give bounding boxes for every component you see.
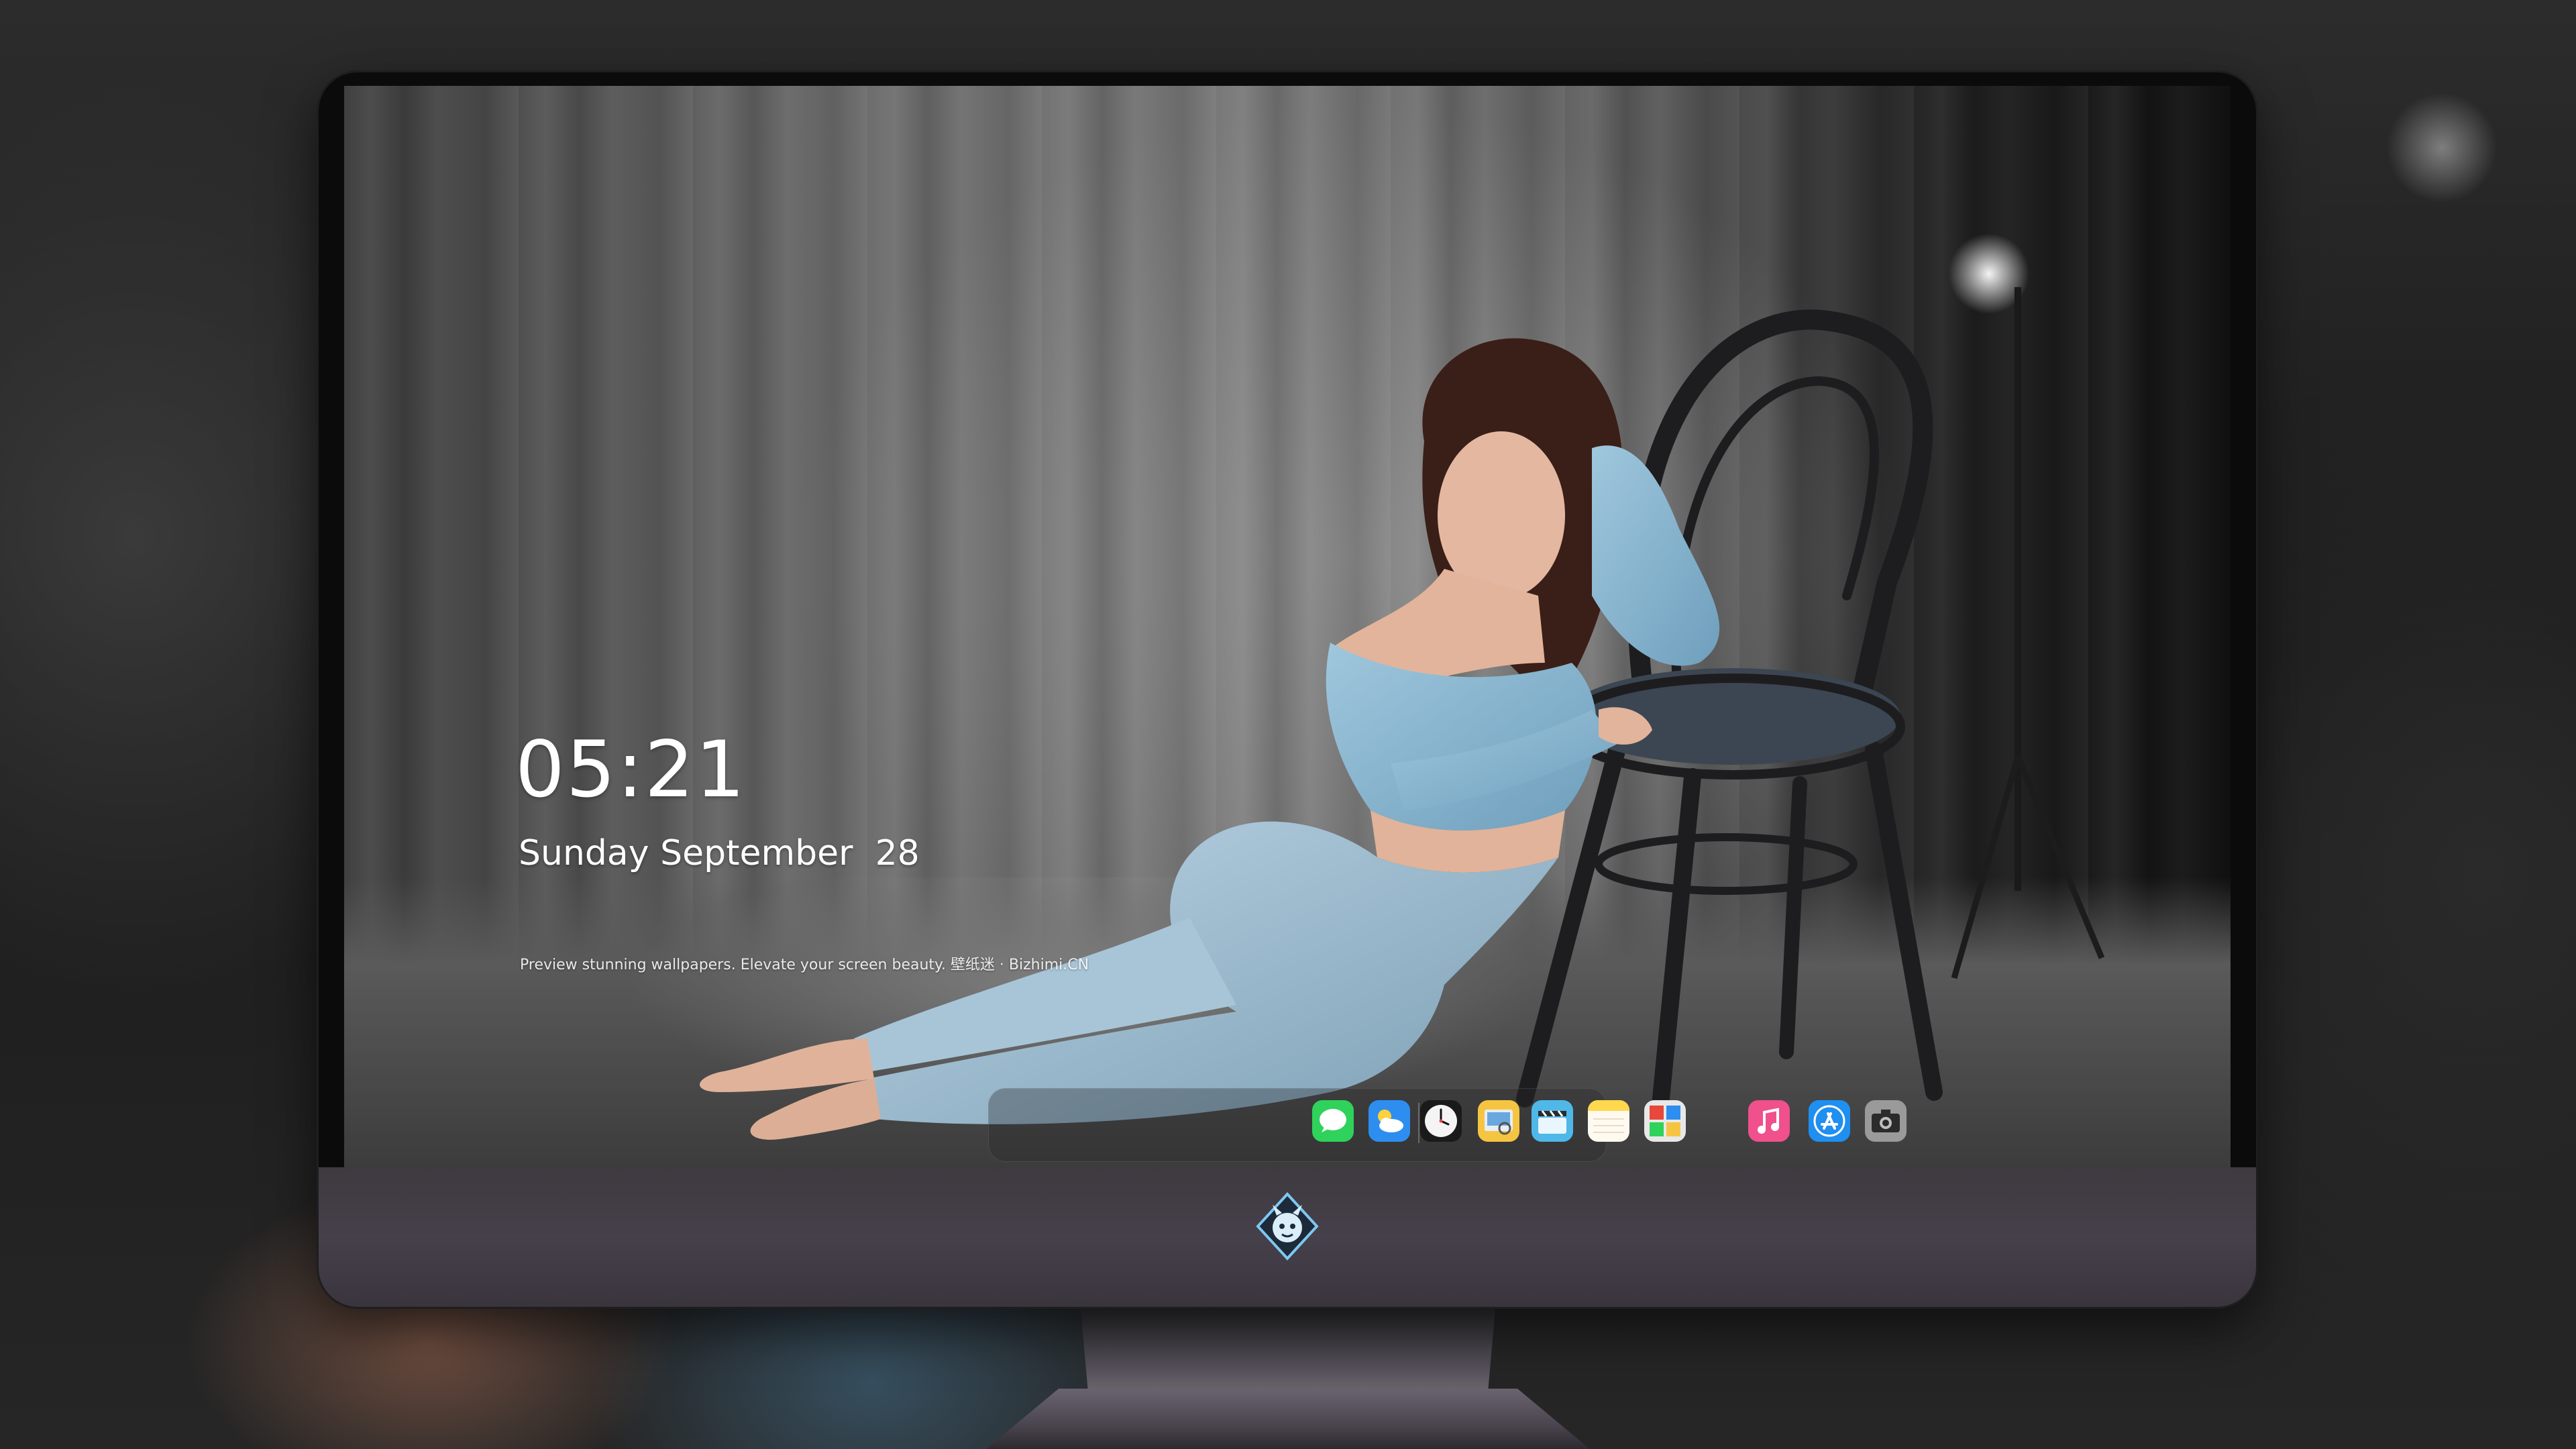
preview-icon[interactable] — [1478, 1100, 1519, 1142]
lock-screen: 05:21 Sunday September 28 Preview stunni… — [344, 86, 2231, 1167]
clock-icon[interactable] — [1420, 1100, 1462, 1142]
dock-separator — [1418, 1103, 1419, 1143]
dragon-logo-icon — [1256, 1192, 1319, 1260]
camera-icon[interactable] — [1865, 1100, 1907, 1142]
photo-booth-icon[interactable] — [1644, 1100, 1686, 1142]
monitor: 05:21 Sunday September 28 Preview stunni… — [319, 72, 2256, 1307]
clapperboard-icon[interactable] — [1532, 1100, 1573, 1142]
notes-icon[interactable] — [1588, 1100, 1629, 1142]
lock-screen-clock: 05:21 — [515, 724, 747, 815]
monitor-stand-base — [986, 1389, 1590, 1449]
monitor-stand-neck — [1080, 1301, 1496, 1395]
desktop-scene: 05:21 Sunday September 28 Preview stunni… — [0, 0, 2576, 1449]
messages-icon[interactable] — [1312, 1100, 1354, 1142]
app-store-icon[interactable] — [1809, 1100, 1850, 1142]
music-icon[interactable] — [1748, 1100, 1790, 1142]
wallpaper-image — [700, 233, 2105, 1140]
weather-icon[interactable] — [1368, 1100, 1410, 1142]
lock-screen-date: Sunday September 28 — [519, 833, 920, 873]
wallpaper-tagline: Preview stunning wallpapers. Elevate you… — [520, 957, 1089, 973]
